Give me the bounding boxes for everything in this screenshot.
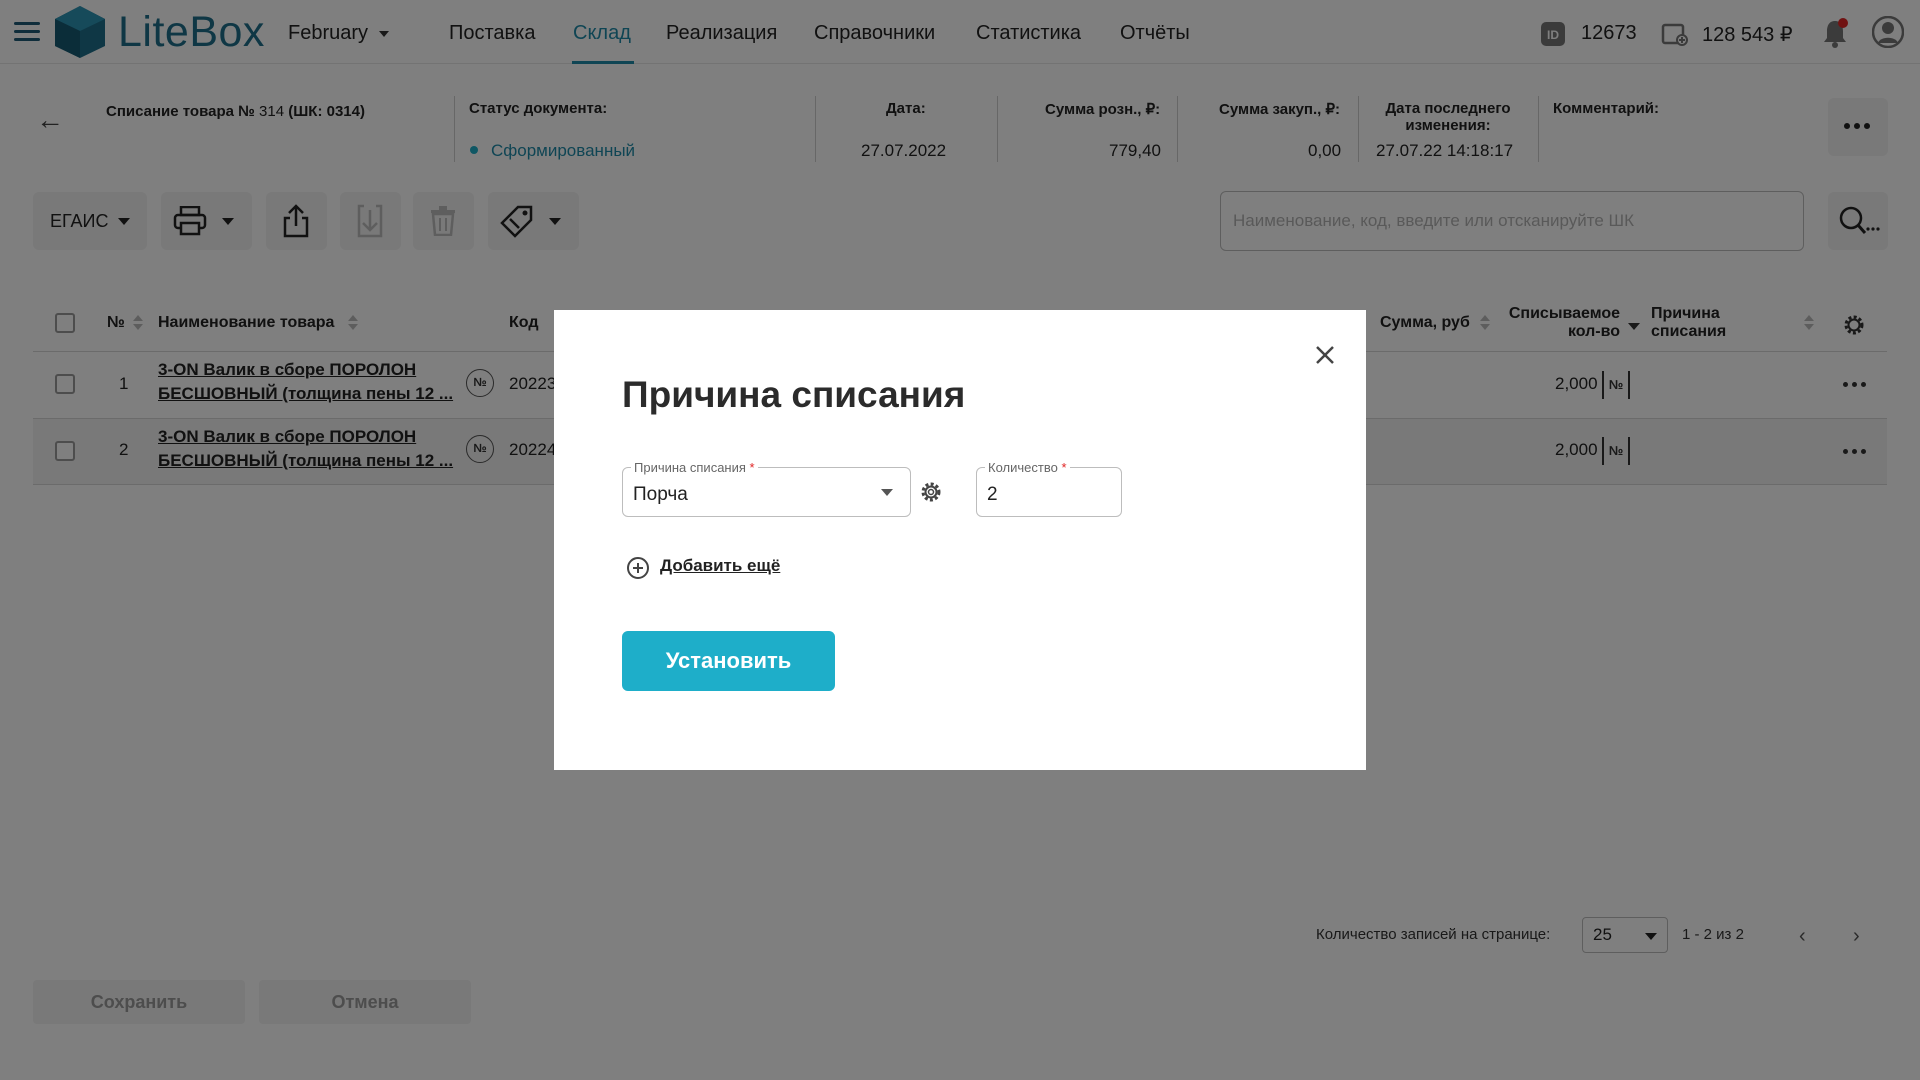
add-circle-icon[interactable] (626, 556, 650, 580)
quantity-label: Количество * (985, 460, 1070, 475)
close-icon[interactable] (1310, 340, 1340, 370)
reason-select[interactable]: Причина списания * Порча (622, 460, 911, 517)
quantity-label-text: Количество (988, 460, 1058, 475)
chevron-down-icon (881, 489, 893, 496)
reason-label: Причина списания * (631, 460, 758, 475)
reason-label-text: Причина списания (634, 460, 746, 475)
gear-icon[interactable] (919, 480, 943, 504)
required-mark: * (749, 460, 755, 475)
reason-value: Порча (633, 484, 688, 505)
writeoff-reason-dialog: Причина списания Причина списания * Порч… (554, 310, 1366, 770)
set-button[interactable]: Установить (622, 631, 835, 691)
quantity-value: 2 (987, 484, 998, 505)
add-more-link[interactable]: Добавить ещё (660, 556, 780, 576)
required-mark: * (1061, 460, 1067, 475)
quantity-field[interactable]: Количество * 2 (976, 460, 1122, 517)
dialog-title: Причина списания (622, 374, 966, 415)
